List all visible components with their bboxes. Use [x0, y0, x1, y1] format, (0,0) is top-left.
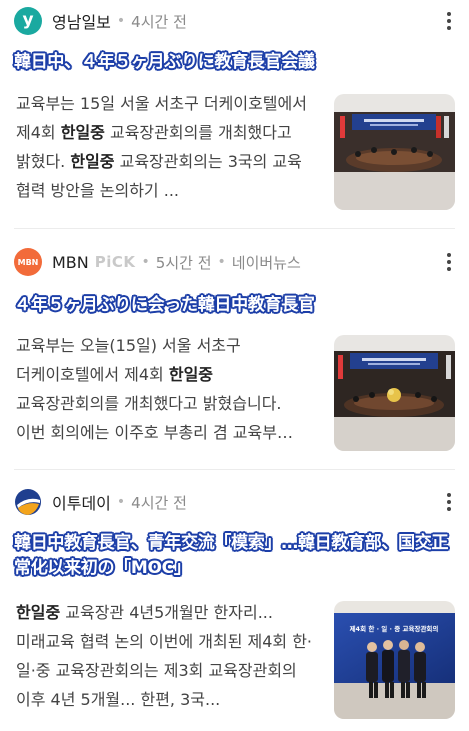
summary[interactable]: 교육부는 15일 서울 서초구 더케이호텔에서 제4회 한일중 교육장관회의를 … [16, 89, 316, 205]
divider [14, 469, 455, 470]
source-name[interactable]: 이투데이 [52, 490, 111, 514]
more-options-icon[interactable] [439, 248, 459, 276]
divider [14, 228, 455, 229]
publish-time: 5시간 전 [155, 253, 212, 272]
more-options-icon[interactable] [439, 488, 459, 516]
summary[interactable]: 한일중 교육장관 4년5개월만 한자리... 미래교육 협력 논의 이번에 개최… [16, 598, 316, 714]
yeongnam-logo-icon: y [14, 7, 42, 35]
source-row: y 영남일보 • 4시간 전 [14, 7, 187, 35]
summary[interactable]: 교육부는 오늘(15일) 서울 서초구 더케이호텔에서 제4회 한일중 교육장관… [16, 331, 316, 447]
thumbnail-image[interactable] [334, 335, 455, 451]
thumbnail-image[interactable]: 제4회 한 · 일 · 중 교육장관회의 [334, 601, 455, 719]
source-name[interactable]: 영남일보 [52, 9, 111, 33]
source-name[interactable]: MBN [52, 253, 89, 272]
mbn-logo-icon: MBN [14, 248, 42, 276]
thumbnail-image[interactable] [334, 94, 455, 210]
publish-time: 4시간 전 [131, 493, 187, 512]
headline[interactable]: ４年５ヶ月ぶりに会った韓日中教育長官 [14, 293, 457, 318]
source-row: 이투데이 • 4시간 전 [14, 488, 187, 516]
naver-news-link[interactable]: 네이버뉴스 [232, 252, 301, 273]
svg-text:제4회 한 · 일 · 중 교육장관회의: 제4회 한 · 일 · 중 교육장관회의 [350, 624, 439, 633]
headline[interactable]: 韓日中教育長官、青年交流「模索」…韓日教育部、国交正常化以来初の「MOC」 [14, 531, 457, 581]
source-row: MBN MBN PiCK • 5시간 전 • 네이버뉴스 [14, 248, 301, 276]
pick-badge: PiCK [94, 253, 136, 271]
etoday-logo-icon [14, 488, 42, 516]
headline[interactable]: 韓日中、４年５ヶ月ぶりに教育長官会議 [14, 50, 457, 75]
more-options-icon[interactable] [439, 7, 459, 35]
publish-time: 4시간 전 [131, 12, 187, 31]
